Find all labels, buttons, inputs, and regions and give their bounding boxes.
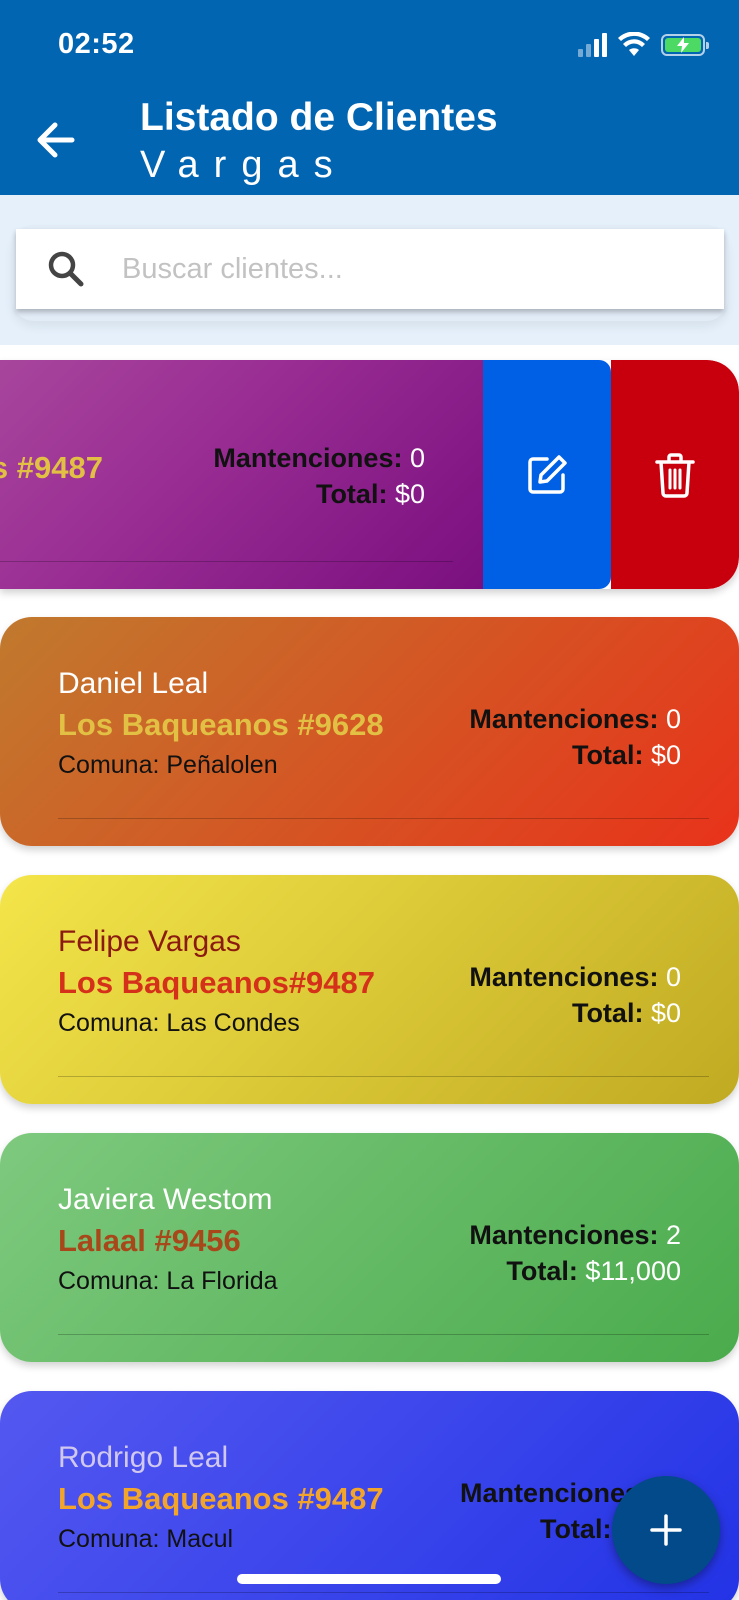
mantenciones-label: Mantenciones: bbox=[469, 962, 659, 992]
mantenciones-value: 0 bbox=[409, 443, 425, 473]
mantenciones-value: 0 bbox=[665, 704, 681, 734]
edit-button[interactable] bbox=[483, 360, 611, 589]
search-input[interactable] bbox=[122, 252, 682, 286]
swiped-card-body[interactable]: ro os #9487 na Mantenciones: 0 Total: $0 bbox=[0, 360, 483, 589]
card-divider bbox=[58, 1592, 709, 1593]
page-subtitle: Vargas bbox=[140, 144, 348, 186]
client-comuna: Comuna: La Florida bbox=[58, 1267, 278, 1295]
wifi-icon bbox=[618, 32, 650, 56]
card-divider bbox=[58, 818, 709, 819]
mantenciones-value: 2 bbox=[665, 1220, 681, 1250]
card-divider bbox=[0, 561, 453, 562]
search-region bbox=[0, 195, 739, 345]
mantenciones-label: Mantenciones: bbox=[213, 443, 403, 473]
plus-icon bbox=[650, 1514, 682, 1546]
search-bar[interactable] bbox=[16, 229, 724, 309]
add-client-button[interactable] bbox=[612, 1476, 720, 1584]
total-label: Total: bbox=[571, 740, 644, 770]
trash-icon bbox=[655, 452, 695, 498]
card-divider bbox=[58, 1334, 709, 1335]
client-name: Felipe Vargas bbox=[58, 925, 241, 958]
total-label: Total: bbox=[315, 479, 388, 509]
total-label: Total: bbox=[506, 1256, 578, 1286]
client-card-swiped[interactable]: ro os #9487 na Mantenciones: 0 Total: $0 bbox=[0, 360, 739, 589]
page-title: Listado de Clientes bbox=[140, 96, 498, 139]
arrow-left-icon bbox=[37, 122, 75, 158]
client-name: Javiera Westom bbox=[58, 1183, 273, 1216]
home-indicator[interactable] bbox=[237, 1574, 501, 1584]
client-name: Daniel Leal bbox=[58, 667, 209, 700]
client-address: Los Baqueanos #9628 bbox=[58, 707, 384, 742]
client-comuna: Comuna: Las Condes bbox=[58, 1009, 300, 1037]
client-comuna: Comuna: Macul bbox=[58, 1525, 234, 1553]
total-value: $0 bbox=[650, 998, 681, 1028]
client-comuna: na bbox=[0, 494, 103, 523]
client-name: Rodrigo Leal bbox=[58, 1441, 229, 1474]
total-label: Total: bbox=[539, 1514, 612, 1544]
search-icon bbox=[48, 251, 84, 287]
edit-icon bbox=[528, 454, 567, 494]
signal-icon bbox=[578, 33, 607, 57]
client-name: ro bbox=[0, 410, 103, 444]
client-address: Los Baqueanos #9487 bbox=[58, 1481, 384, 1516]
client-address: os #9487 bbox=[0, 450, 103, 485]
mantenciones-label: Mantenciones: bbox=[469, 704, 659, 734]
battery-icon bbox=[661, 34, 709, 56]
client-address: Los Baqueanos#9487 bbox=[58, 965, 376, 1000]
delete-button[interactable] bbox=[611, 360, 739, 589]
client-comuna: Comuna: Peñalolen bbox=[58, 751, 278, 779]
total-value: $0 bbox=[394, 479, 425, 509]
mantenciones-value: 0 bbox=[665, 962, 681, 992]
mantenciones-label: Mantenciones: bbox=[469, 1220, 659, 1250]
total-label: Total: bbox=[571, 998, 644, 1028]
client-address: Lalaal #9456 bbox=[58, 1223, 241, 1258]
client-card[interactable]: Felipe Vargas Los Baqueanos#9487 Comuna:… bbox=[0, 875, 739, 1104]
total-value: $0 bbox=[650, 740, 681, 770]
back-button[interactable] bbox=[30, 115, 80, 165]
client-card[interactable]: Javiera Westom Lalaal #9456 Comuna: La F… bbox=[0, 1133, 739, 1362]
app-header: 02:52 Listado de Clientes Vargas bbox=[0, 0, 739, 195]
total-value: $11,000 bbox=[585, 1256, 681, 1286]
client-card[interactable]: Daniel Leal Los Baqueanos #9628 Comuna: … bbox=[0, 617, 739, 846]
status-time: 02:52 bbox=[58, 28, 135, 60]
card-divider bbox=[58, 1076, 709, 1077]
status-icons bbox=[578, 32, 709, 58]
